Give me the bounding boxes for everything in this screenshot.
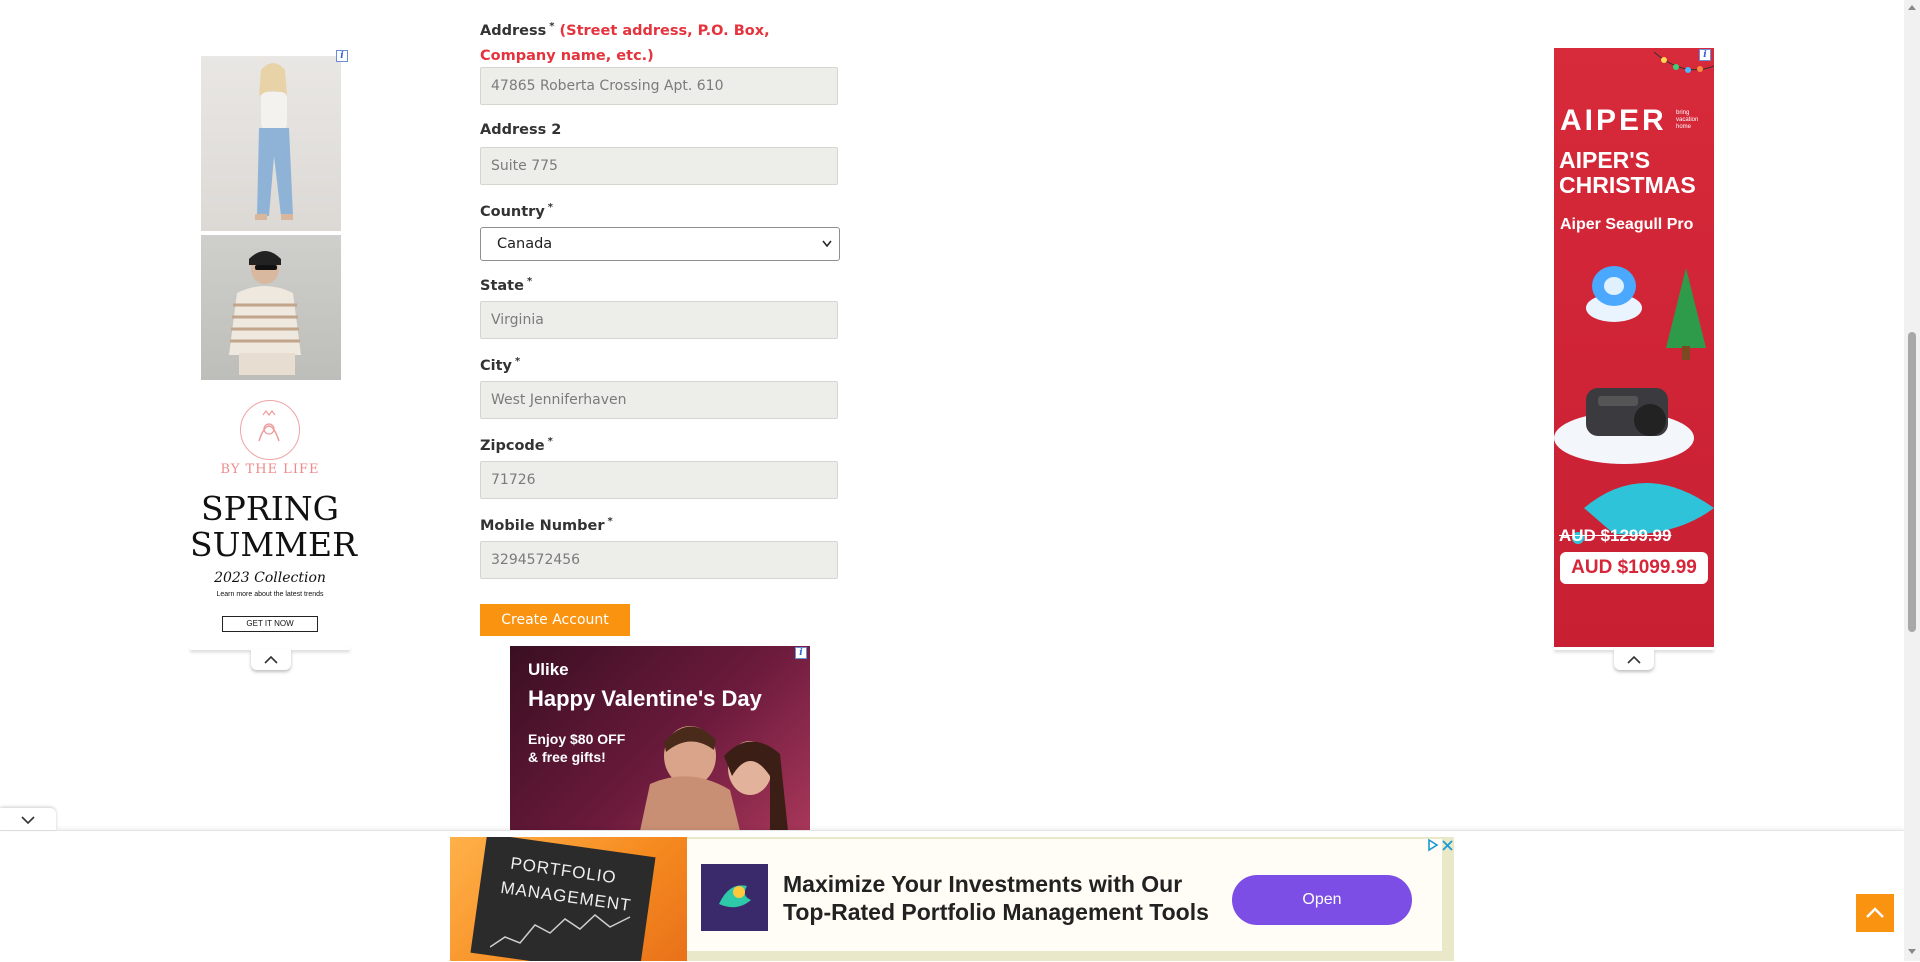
center-ad-couple-image bbox=[640, 726, 788, 831]
center-ad-adchoices-icon[interactable]: i bbox=[795, 647, 807, 659]
center-ad-headline: Happy Valentine's Day bbox=[528, 686, 762, 711]
right-ad-adchoices-icon[interactable]: i bbox=[1699, 49, 1711, 61]
center-ad-offer-1: Enjoy $80 OFF bbox=[528, 731, 626, 747]
form-mobile-label: Mobile Number * bbox=[480, 516, 613, 534]
left-ad-subheadline: 2023 Collection bbox=[214, 570, 326, 586]
right-ad-brand: AIPER bbox=[1560, 104, 1667, 137]
center-ad[interactable]: Ulike Happy Valentine's Day Enjoy $80 OF… bbox=[510, 646, 810, 831]
center-ad-brand: Ulike bbox=[528, 660, 569, 679]
left-ad[interactable]: BY THE LIFE SPRING SUMMER 2023 Collectio… bbox=[190, 54, 357, 648]
form-zipcode-label: Zipcode * bbox=[480, 436, 553, 454]
page-scrollbar[interactable] bbox=[1904, 0, 1920, 961]
left-ad-logo bbox=[240, 400, 300, 460]
adchoices-icon[interactable] bbox=[1426, 838, 1440, 852]
chevron-down-icon bbox=[821, 228, 833, 273]
address2-input[interactable] bbox=[480, 147, 838, 185]
scroll-up-arrow-icon[interactable] bbox=[1908, 4, 1916, 10]
scrollbar-thumb[interactable] bbox=[1908, 332, 1916, 632]
right-ad-product-image bbox=[1554, 266, 1714, 544]
bottom-ad-open-button[interactable]: Open bbox=[1232, 875, 1412, 925]
create-account-button[interactable]: Create Account bbox=[480, 604, 630, 636]
city-input[interactable] bbox=[480, 381, 838, 419]
bottom-ad-headline-1: Maximize Your Investments with Our bbox=[783, 871, 1183, 897]
zipcode-input[interactable] bbox=[480, 461, 838, 499]
chevron-up-icon bbox=[264, 655, 278, 664]
scroll-down-arrow-icon[interactable] bbox=[1908, 949, 1916, 955]
form-country-label: Country * bbox=[480, 202, 554, 220]
right-ad-headline: AIPER'S CHRISTMAS bbox=[1559, 147, 1696, 198]
adchoices-icon[interactable]: i bbox=[336, 50, 348, 62]
left-ad-tagline: Learn more about the latest trends bbox=[216, 591, 324, 598]
address-input[interactable] bbox=[480, 67, 838, 105]
left-ad-cta-button[interactable]: GET IT NOW bbox=[222, 616, 318, 632]
right-ad-collapse-button[interactable] bbox=[1614, 650, 1654, 670]
left-ad-photo-1 bbox=[201, 56, 341, 231]
scroll-to-top-button[interactable] bbox=[1856, 894, 1894, 932]
center-ad-offer-2: & free gifts! bbox=[528, 749, 606, 765]
left-ad-photo-2 bbox=[201, 235, 341, 380]
bottom-ad-headline-2: Top-Rated Portfolio Management Tools bbox=[783, 899, 1209, 925]
form-address-label: Address * (Street address, P.O. Box, Comp… bbox=[480, 21, 770, 64]
anchor-ad-collapse-tab[interactable] bbox=[0, 808, 56, 830]
mobile-number-input[interactable] bbox=[480, 541, 838, 579]
form-city-label: City * bbox=[480, 356, 521, 374]
bottom-ad[interactable]: PORTFOLIO MANAGEMENT Maximize Your Inves… bbox=[450, 837, 1454, 961]
right-ad-new-price: AUD $1099.99 bbox=[1560, 552, 1708, 584]
left-ad-headline-2: SUMMER bbox=[190, 525, 357, 564]
right-ad[interactable]: AIPER bring vacation home AIPER'S CHRIST… bbox=[1554, 48, 1714, 648]
right-ad-product: Aiper Seagull Pro bbox=[1560, 216, 1694, 233]
bottom-ad-image: PORTFOLIO MANAGEMENT bbox=[450, 837, 687, 961]
form-state-label: State * bbox=[480, 276, 533, 294]
left-ad-collapse-button[interactable] bbox=[251, 650, 291, 670]
close-icon[interactable] bbox=[1441, 838, 1454, 852]
chevron-down-icon bbox=[21, 816, 35, 825]
right-ad-brand-tag: bring vacation home bbox=[1676, 110, 1699, 130]
country-select[interactable]: Canada bbox=[480, 227, 840, 261]
left-ad-headline-1: SPRING bbox=[201, 489, 339, 528]
right-ad-old-price: AUD $1299.99 bbox=[1559, 526, 1672, 545]
state-input[interactable] bbox=[480, 301, 838, 339]
arrow-up-icon bbox=[1866, 907, 1884, 918]
form-address2-label: Address 2 bbox=[480, 122, 562, 138]
left-ad-brand: BY THE LIFE bbox=[220, 462, 320, 477]
bottom-ad-app-icon bbox=[701, 864, 768, 931]
chevron-up-icon bbox=[1627, 655, 1641, 664]
